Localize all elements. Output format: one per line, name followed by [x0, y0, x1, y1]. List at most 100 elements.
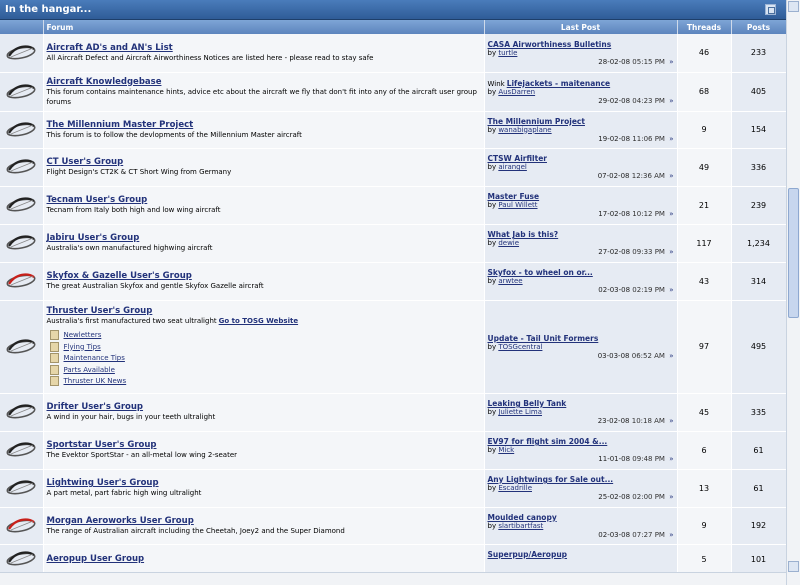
last-post-user-link[interactable]: slartibartfast: [498, 522, 543, 530]
last-post-time: 09:33 PM: [632, 248, 665, 256]
forum-page: In the hangar... Forum Last Post Threads…: [0, 0, 786, 585]
forum-title-link[interactable]: Aircraft Knowledgebase: [47, 77, 481, 87]
forum-status-plane-icon: [4, 442, 38, 460]
forum-website-link[interactable]: Go to TOSG Website: [219, 317, 298, 325]
go-to-last-post-icon[interactable]: »: [669, 286, 673, 294]
last-post-title-link[interactable]: Moulded canopy: [488, 513, 557, 522]
subforum-link[interactable]: Newletters: [64, 331, 102, 339]
subforum-link[interactable]: Maintenance Tips: [64, 354, 125, 362]
subforum-item: Thruster UK News: [47, 375, 481, 387]
forum-row: Tecnam User's Group Tecnam from Italy bo…: [0, 186, 786, 225]
last-post-user-link[interactable]: wanabigaplane: [498, 126, 551, 134]
last-post-title-link[interactable]: Update - Tail Unit Formers: [488, 334, 599, 343]
forum-title-link[interactable]: Drifter User's Group: [47, 402, 481, 412]
threads-count: 9: [677, 507, 732, 545]
last-post-datetime: 02-03-08 07:27 PM »: [488, 531, 673, 539]
last-post-cell: Update - Tail Unit Formers by TOSGcentra…: [484, 300, 678, 394]
last-post-title-link[interactable]: Skyfox - to wheel on or...: [488, 268, 593, 277]
horizontal-scrollbar[interactable]: [0, 572, 786, 585]
posts-count: 154: [731, 111, 786, 149]
forum-title-link[interactable]: Thruster User's Group: [47, 306, 481, 316]
last-post-title-link[interactable]: Superpup/Aeropup: [488, 550, 568, 559]
forum-title-link[interactable]: Aircraft AD's and AN's List: [47, 43, 481, 53]
forum-status-plane-icon: [4, 159, 38, 177]
go-to-last-post-icon[interactable]: »: [669, 531, 673, 539]
forum-row: Drifter User's Group A wind in your hair…: [0, 393, 786, 432]
forum-status-cell: [0, 148, 44, 187]
last-post-user-link[interactable]: arwtee: [498, 277, 522, 285]
category-title[interactable]: In the hangar...: [5, 4, 91, 15]
forum-title-link[interactable]: Lightwing User's Group: [47, 478, 481, 488]
forum-status-cell: [0, 224, 44, 263]
last-post-author: by slartibartfast: [488, 522, 674, 530]
last-post-datetime: 29-02-08 04:23 PM »: [488, 97, 673, 105]
forum-title-link[interactable]: CT User's Group: [47, 157, 481, 167]
forum-row: CT User's Group Flight Design's CT2K & C…: [0, 148, 786, 187]
vertical-scrollbar[interactable]: [786, 0, 800, 585]
forum-status-plane-icon: [4, 551, 38, 569]
forum-description-text: A part metal, part fabric high wing ultr…: [46, 489, 202, 497]
forum-title-link[interactable]: Sportstar User's Group: [47, 440, 481, 450]
last-post-title-link[interactable]: EV97 for flight sim 2004 &...: [488, 437, 608, 446]
last-post-user-link[interactable]: Juliette Lima: [498, 408, 542, 416]
go-to-last-post-icon[interactable]: »: [669, 455, 673, 463]
last-post-user-link[interactable]: TOSGcentral: [498, 343, 542, 351]
forum-status-cell: [0, 34, 44, 73]
subforum-folder-icon: [49, 376, 59, 386]
forum-info-cell: Jabiru User's Group Australia's own manu…: [43, 224, 485, 263]
last-post-user-link[interactable]: airangel: [498, 163, 527, 171]
forum-info-cell: Thruster User's Group Australia's first …: [43, 300, 485, 394]
forum-title-link[interactable]: Morgan Aeroworks User Group: [47, 516, 481, 526]
last-post-user-link[interactable]: Escadrille: [498, 484, 532, 492]
forum-status-cell: [0, 262, 44, 301]
forum-description-text: This forum is to follow the devlopments …: [46, 130, 302, 139]
last-post-author: by dewie: [488, 239, 674, 247]
forum-title-link[interactable]: Tecnam User's Group: [47, 195, 481, 205]
go-to-last-post-icon[interactable]: »: [669, 210, 673, 218]
last-post-user-link[interactable]: dewie: [498, 239, 519, 247]
last-post-title-link[interactable]: The Millennium Project: [488, 117, 585, 126]
scroll-down-arrow-icon[interactable]: [788, 561, 799, 572]
last-post-title-link[interactable]: Any Lightwings for Sale out...: [488, 475, 614, 484]
last-post-user-link[interactable]: Mick: [498, 446, 514, 454]
last-post-title-link[interactable]: CTSW Airfilter: [488, 154, 547, 163]
subforum-folder-icon: [49, 330, 59, 340]
last-post-author: by AusDarren: [488, 88, 674, 96]
go-to-last-post-icon[interactable]: »: [669, 135, 673, 143]
forum-title-link[interactable]: The Millennium Master Project: [47, 120, 481, 130]
subforum-item: Flying Tips: [47, 341, 481, 353]
go-to-last-post-icon[interactable]: »: [669, 248, 673, 256]
last-post-title-link[interactable]: What Jab is this?: [488, 230, 559, 239]
forum-status-plane-icon: [4, 480, 38, 498]
last-post-date: 02-03-08: [598, 286, 631, 294]
scrollbar-thumb[interactable]: [788, 188, 799, 318]
last-post-user-link[interactable]: Paul Willett: [498, 201, 537, 209]
go-to-last-post-icon[interactable]: »: [669, 58, 673, 66]
scroll-up-arrow-icon[interactable]: [788, 1, 799, 12]
go-to-last-post-icon[interactable]: »: [669, 417, 673, 425]
forum-title-link[interactable]: Skyfox & Gazelle User's Group: [47, 271, 481, 281]
go-to-last-post-icon[interactable]: »: [669, 352, 673, 360]
forum-title-link[interactable]: Aeropup User Group: [47, 554, 481, 564]
last-post-title-link[interactable]: CASA Airworthiness Bulletins: [488, 40, 612, 49]
forum-status-plane-icon: [4, 45, 38, 63]
collapse-icon[interactable]: [765, 4, 776, 15]
last-post-user-link[interactable]: turtle: [498, 49, 517, 57]
forum-status-cell: [0, 431, 44, 470]
forum-description-text: This forum contains maintenance hints, a…: [46, 87, 477, 106]
last-post-title-link[interactable]: Lifejackets - maitenance: [507, 79, 610, 88]
subforum-link[interactable]: Flying Tips: [64, 343, 101, 351]
subforum-link[interactable]: Parts Available: [64, 366, 115, 374]
last-post-author: by TOSGcentral: [488, 343, 674, 351]
subforum-item: Newletters: [47, 329, 481, 341]
posts-count: 495: [731, 300, 786, 394]
go-to-last-post-icon[interactable]: »: [669, 493, 673, 501]
last-post-user-link[interactable]: AusDarren: [498, 88, 535, 96]
last-post-title-link[interactable]: Master Fuse: [488, 192, 540, 201]
forum-title-link[interactable]: Jabiru User's Group: [47, 233, 481, 243]
go-to-last-post-icon[interactable]: »: [669, 172, 673, 180]
last-post-title-link[interactable]: Leaking Belly Tank: [488, 399, 567, 408]
forum-description: All Aircraft Defect and Aircraft Airwort…: [47, 53, 481, 63]
go-to-last-post-icon[interactable]: »: [669, 97, 673, 105]
subforum-link[interactable]: Thruster UK News: [64, 377, 127, 385]
